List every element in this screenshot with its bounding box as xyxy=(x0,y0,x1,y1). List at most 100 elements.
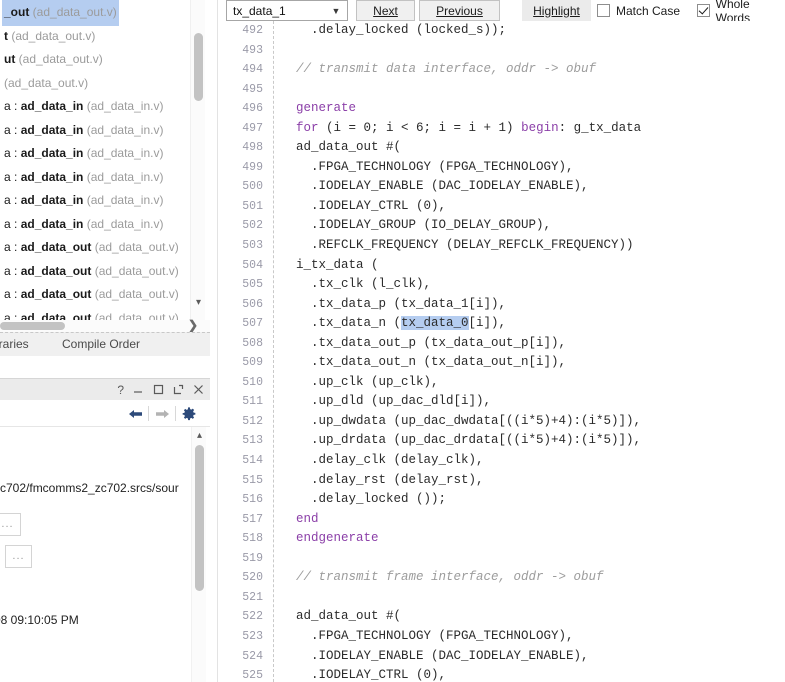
code-line[interactable]: 511 .up_dld (up_dac_dld[i]), xyxy=(219,392,785,412)
code-line[interactable]: 497 for (i = 0; i < 6; i = i + 1) begin:… xyxy=(219,119,785,139)
properties-vertical-scrollbar-thumb[interactable] xyxy=(195,445,204,591)
code-line[interactable]: 496 generate xyxy=(219,99,785,119)
code-line[interactable]: 506 .tx_data_p (tx_data_1[i]), xyxy=(219,295,785,315)
code-line[interactable]: 517 end xyxy=(219,510,785,530)
code-editor[interactable]: 492 .delay_locked (locked_s)); 493 494 // … xyxy=(219,21,785,682)
code-line[interactable]: 520 // transmit frame interface, oddr ->… xyxy=(219,568,785,588)
close-icon[interactable] xyxy=(193,384,204,395)
source-file-properties-panel: ? zc702/fmcomms2_zc702.srcs/sour ... ...… xyxy=(0,378,210,682)
tab-compile-order[interactable]: Compile Order xyxy=(62,337,140,351)
tree-item[interactable]: a : ad_data_out (ad_data_out.v) xyxy=(0,306,190,321)
code-line[interactable]: 505 .tx_clk (l_clk), xyxy=(219,275,785,295)
tree-item[interactable]: a : ad_data_out (ad_data_out.v) xyxy=(0,235,190,259)
code-line[interactable]: 498 ad_data_out #( xyxy=(219,138,785,158)
code-line[interactable]: 518 endgenerate xyxy=(219,529,785,549)
code-line-text: ad_data_out #( xyxy=(281,138,401,158)
find-next-button[interactable]: Next xyxy=(356,0,415,21)
back-arrow-icon[interactable] xyxy=(122,403,148,425)
search-input-value[interactable]: tx_data_1 xyxy=(227,4,325,18)
whole-words-checkbox-box[interactable] xyxy=(697,4,710,17)
code-line[interactable]: 504 i_tx_data ( xyxy=(219,256,785,276)
line-number: 511 xyxy=(242,395,263,409)
tree-horizontal-scrollbar-thumb[interactable] xyxy=(0,322,65,330)
minimize-icon[interactable] xyxy=(133,384,144,395)
code-line[interactable]: 510 .up_clk (up_clk), xyxy=(219,373,785,393)
scroll-up-icon[interactable]: ▴ xyxy=(192,429,207,442)
restore-icon[interactable] xyxy=(173,384,184,395)
tab-libraries[interactable]: braries xyxy=(0,337,29,351)
code-line[interactable]: 499 .FPGA_TECHNOLOGY (FPGA_TECHNOLOGY), xyxy=(219,158,785,178)
help-icon[interactable]: ? xyxy=(117,384,124,396)
match-case-checkbox-box[interactable] xyxy=(597,4,610,17)
tree-item[interactable]: a : ad_data_in (ad_data_in.v) xyxy=(0,94,190,118)
code-line-text: .tx_clk (l_clk), xyxy=(281,275,431,295)
code-line[interactable]: 523 .FPGA_TECHNOLOGY (FPGA_TECHNOLOGY), xyxy=(219,627,785,647)
tree-item[interactable]: a : ad_data_in (ad_data_in.v) xyxy=(0,212,190,236)
code-line[interactable]: 495 xyxy=(219,80,785,100)
column-divider[interactable] xyxy=(212,0,218,682)
property-dots-button-2[interactable]: ... xyxy=(5,545,32,568)
code-line[interactable]: 515 .delay_rst (delay_rst), xyxy=(219,471,785,491)
gear-icon[interactable] xyxy=(176,403,202,425)
code-line[interactable]: 509 .tx_data_out_n (tx_data_out_n[i]), xyxy=(219,353,785,373)
code-line[interactable]: 502 .IODELAY_GROUP (IO_DELAY_GROUP), xyxy=(219,216,785,236)
tree-item[interactable]: a : ad_data_out (ad_data_out.v) xyxy=(0,259,190,283)
property-dots-button-1[interactable]: ... xyxy=(0,513,21,536)
tree-item[interactable]: a : ad_data_out (ad_data_out.v) xyxy=(0,282,190,306)
code-line[interactable]: 525 .IODELAY_CTRL (0), xyxy=(219,666,785,682)
scroll-right-icon[interactable]: ❯ xyxy=(188,318,198,332)
code-line[interactable]: 493 xyxy=(219,41,785,61)
tree-item[interactable]: a : ad_data_in (ad_data_in.v) xyxy=(0,165,190,189)
code-line[interactable]: 507 .tx_data_n (tx_data_0[i]), xyxy=(219,314,785,334)
hierarchy-tree-list[interactable]: _out (ad_data_out.v) t (ad_data_out.v) ut … xyxy=(0,0,190,320)
highlighted-token: tx_data_0 xyxy=(401,316,469,331)
code-line[interactable]: 514 .delay_clk (delay_clk), xyxy=(219,451,785,471)
code-line[interactable]: 522 ad_data_out #( xyxy=(219,607,785,627)
code-lines[interactable]: 492 .delay_locked (locked_s)); 493 494 // … xyxy=(219,21,785,682)
code-line[interactable]: 513 .up_drdata (up_dac_drdata[((i*5)+4):… xyxy=(219,431,785,451)
tree-item-content: a : ad_data_out (ad_data_out.v) xyxy=(2,235,181,261)
tree-item[interactable]: a : ad_data_in (ad_data_in.v) xyxy=(0,141,190,165)
code-line[interactable]: 521 xyxy=(219,588,785,608)
code-line[interactable]: 516 .delay_locked ()); xyxy=(219,490,785,510)
code-token: .IODELAY_GROUP (IO_DELAY_GROUP), xyxy=(281,218,552,233)
highlight-button[interactable]: Highlight xyxy=(522,0,591,21)
code-line-text: .delay_rst (delay_rst), xyxy=(281,471,484,491)
tree-vertical-scrollbar[interactable]: ▾ xyxy=(190,0,205,320)
code-line[interactable]: 492 .delay_locked (locked_s)); xyxy=(219,21,785,41)
code-token: .FPGA_TECHNOLOGY (FPGA_TECHNOLOGY), xyxy=(281,628,574,643)
code-line[interactable]: 508 .tx_data_out_p (tx_data_out_p[i]), xyxy=(219,334,785,354)
code-line[interactable]: 500 .IODELAY_ENABLE (DAC_IODELAY_ENABLE)… xyxy=(219,177,785,197)
match-case-checkbox[interactable]: Match Case xyxy=(597,0,680,21)
line-number: 517 xyxy=(242,512,263,526)
code-line[interactable]: 524 .IODELAY_ENABLE (DAC_IODELAY_ENABLE)… xyxy=(219,647,785,667)
chevron-down-icon[interactable]: ▼ xyxy=(325,6,347,16)
tree-item[interactable]: (ad_data_out.v) xyxy=(0,71,190,95)
tree-panel-tabs: braries Compile Order xyxy=(0,332,210,356)
line-number: 521 xyxy=(242,590,263,604)
code-line-text: .IODELAY_GROUP (IO_DELAY_GROUP), xyxy=(281,216,551,236)
code-line[interactable]: 503 .REFCLK_FREQUENCY (DELAY_REFCLK_FREQ… xyxy=(219,236,785,256)
tree-item[interactable]: a : ad_data_in (ad_data_in.v) xyxy=(0,188,190,212)
properties-vertical-scrollbar[interactable]: ▴ xyxy=(191,427,206,682)
tree-horizontal-scrollbar[interactable]: ❯ xyxy=(0,318,210,332)
tree-item[interactable]: t (ad_data_out.v) xyxy=(0,24,190,48)
line-number: 504 xyxy=(242,258,263,272)
tree-vertical-scrollbar-thumb[interactable] xyxy=(194,33,203,101)
tree-item[interactable]: a : ad_data_in (ad_data_in.v) xyxy=(0,118,190,142)
code-line[interactable]: 501 .IODELAY_CTRL (0), xyxy=(219,197,785,217)
scroll-down-icon[interactable]: ▾ xyxy=(191,296,206,310)
code-line[interactable]: 494 // transmit data interface, oddr -> … xyxy=(219,60,785,80)
find-previous-button[interactable]: Previous xyxy=(419,0,500,21)
maximize-icon[interactable] xyxy=(153,384,164,395)
whole-words-checkbox[interactable]: Whole Words xyxy=(697,0,785,25)
tree-item-filename: (ad_data_in.v) xyxy=(83,146,164,160)
code-line[interactable]: 519 xyxy=(219,549,785,569)
forward-arrow-icon[interactable] xyxy=(149,403,175,425)
tree-item[interactable]: _out (ad_data_out.v) xyxy=(0,0,190,26)
code-keyword: generate xyxy=(281,101,357,116)
search-input[interactable]: tx_data_1 ▼ xyxy=(226,0,348,21)
code-line[interactable]: 512 .up_dwdata (up_dac_dwdata[((i*5)+4):… xyxy=(219,412,785,432)
line-number: 516 xyxy=(242,493,263,507)
tree-item[interactable]: ut (ad_data_out.v) xyxy=(0,47,190,71)
